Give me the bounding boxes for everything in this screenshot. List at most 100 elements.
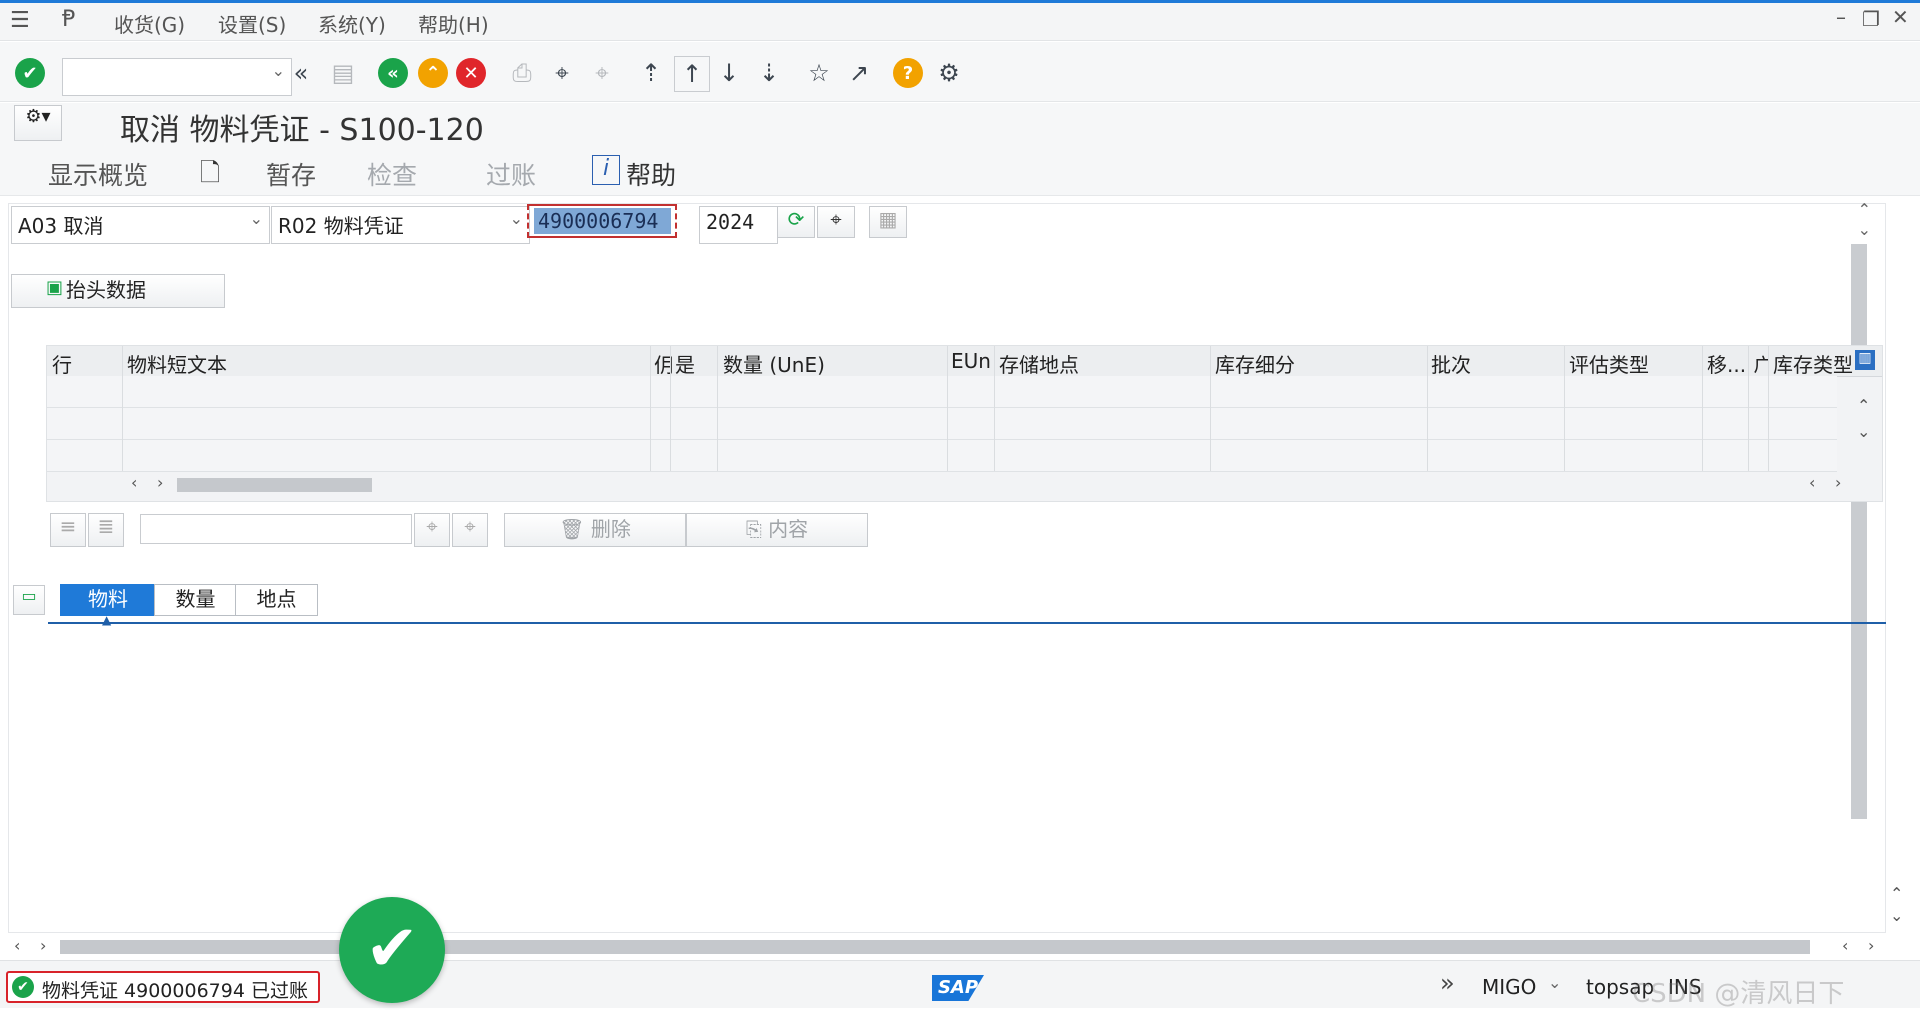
year-input[interactable]: 2024 (699, 206, 778, 244)
new-document-icon[interactable]: 🗋 (200, 154, 220, 197)
content-button[interactable]: ⎘ 内容 (686, 513, 868, 547)
delete-button[interactable]: 🗑 删除 (504, 513, 686, 547)
menu-item-system[interactable]: 系统(Y) (318, 9, 386, 38)
column-header-stock-segment[interactable]: 库存细分 (1215, 349, 1295, 378)
scroll-up-icon[interactable]: ⌃ (1890, 884, 1903, 903)
tab-material[interactable]: 物料 (60, 584, 156, 616)
scroll-down-icon[interactable]: ⌄ (1890, 906, 1903, 925)
table-scroll-down-icon[interactable]: ⌄ (1857, 422, 1870, 441)
exit-icon[interactable]: ⌃ (418, 58, 448, 88)
screen-horizontal-scrollbar[interactable] (60, 940, 1810, 954)
tab-underline (48, 622, 1886, 624)
table-row[interactable] (47, 408, 1837, 440)
last-page-icon[interactable]: ⇣ (752, 56, 786, 90)
next-page-icon[interactable]: ↓ (712, 56, 746, 90)
column-header-unit[interactable]: EUn (951, 349, 991, 373)
tab-location[interactable]: 地点 (235, 584, 318, 616)
vertical-scrollbar[interactable] (1851, 244, 1867, 819)
command-field[interactable]: ⌄ (62, 58, 292, 96)
menu-item-help[interactable]: 帮助(H) (418, 9, 489, 38)
items-table: 行 物料短文本 仴 是 数量 (UnE) EUn 存储地点 库存细分 批次 评估… (46, 345, 1883, 502)
save-icon[interactable]: ▤ (326, 56, 360, 90)
table-horizontal-scrollbar[interactable] (177, 478, 372, 492)
scroll-right-icon[interactable]: › (1868, 936, 1874, 955)
column-divider (122, 346, 123, 471)
column-header-storage-location[interactable]: 存储地点 (999, 349, 1079, 378)
help-button[interactable]: 帮助 (626, 156, 676, 192)
header-data-label: 抬头数据 (66, 278, 146, 302)
restore-icon[interactable]: ❐ (1862, 7, 1880, 31)
document-number-input[interactable]: 4900006794 (534, 208, 671, 234)
screen-variant-icon[interactable]: ⚙▾ (14, 105, 62, 141)
trash-icon: 🗑 (559, 517, 585, 541)
scroll-left-icon[interactable]: ‹ (14, 936, 20, 955)
align-left-icon[interactable]: ≡ (50, 513, 86, 547)
post-button[interactable]: 过账 (486, 156, 536, 192)
scroll-up-icon[interactable]: ⌃ (1858, 200, 1871, 219)
transaction-code[interactable]: MIGO (1482, 975, 1536, 999)
enter-icon[interactable]: ✔ (15, 58, 45, 88)
menu-item-settings[interactable]: 设置(S) (218, 9, 286, 38)
column-header-line[interactable]: 行 (52, 349, 72, 378)
find-next-icon[interactable]: ⌖ (585, 56, 619, 90)
previous-page-icon[interactable]: ↑ (674, 56, 710, 92)
create-session-icon[interactable]: ☆ (802, 56, 836, 90)
help-icon[interactable]: ? (893, 58, 923, 88)
table-scroll-up-icon[interactable]: ⌃ (1857, 396, 1870, 415)
grid-search-input[interactable] (140, 514, 412, 544)
column-header-short-text[interactable]: 物料短文本 (127, 349, 227, 378)
scroll-down-icon[interactable]: ⌄ (1858, 220, 1871, 239)
shortcut-icon[interactable]: ↗ (842, 56, 876, 90)
hold-button[interactable]: 暂存 (266, 156, 316, 192)
action-select[interactable]: A03 取消 ⌄ (11, 206, 270, 244)
expand-status-icon[interactable]: » (1440, 969, 1455, 997)
active-tab-caret: ▲ (102, 613, 112, 627)
chevron-down-icon[interactable]: ⌄ (1548, 973, 1561, 992)
menu-icon[interactable]: ☰ (10, 8, 30, 33)
search-help-icon[interactable]: ⌖ (817, 206, 855, 238)
scroll-left-icon[interactable]: ‹ (131, 473, 137, 492)
grid-find-icon[interactable]: ⌖ (414, 513, 450, 547)
close-window-icon[interactable]: ✕ (1892, 5, 1909, 29)
column-header-batch[interactable]: 批次 (1431, 349, 1471, 378)
menu-item-goods-receipt[interactable]: 收货(G) (114, 9, 185, 38)
check-button[interactable]: 检查 (367, 156, 417, 192)
table-row[interactable] (47, 376, 1837, 408)
scroll-left-icon[interactable]: ‹ (1842, 936, 1848, 955)
collapse-icon[interactable]: « (284, 56, 318, 90)
find-icon[interactable]: ⌖ (545, 56, 579, 90)
execute-icon[interactable]: ⟳ (777, 206, 815, 238)
calendar-grid-icon[interactable]: ▦ (869, 206, 907, 238)
sap-menu-icon[interactable]: Ᵽ (62, 7, 75, 32)
first-page-icon[interactable]: ⇡ (634, 56, 668, 90)
print-icon[interactable]: ⎙ (505, 56, 539, 90)
show-overview-button[interactable]: 显示概览 (48, 156, 148, 192)
filter-icon[interactable]: ≣ (88, 513, 124, 547)
back-icon[interactable]: « (378, 58, 408, 88)
column-divider (650, 346, 651, 471)
help-info-icon[interactable]: i (592, 155, 620, 185)
minimize-icon[interactable]: – (1836, 5, 1846, 29)
scroll-right-icon[interactable]: › (40, 936, 46, 955)
header-data-button[interactable]: ▣ 抬头数据 (11, 274, 225, 308)
column-header-ok[interactable]: 是 (675, 349, 695, 378)
scroll-right-icon[interactable]: › (1835, 473, 1841, 492)
cancel-icon[interactable]: ✕ (456, 58, 486, 88)
scroll-right-icon[interactable]: › (157, 473, 163, 492)
status-bar: ✔ 物料凭证 4900006794 已过账 SAP » MIGO ⌄ topsa… (0, 960, 1920, 1009)
column-header-movement[interactable]: 移... (1707, 349, 1746, 378)
column-settings-icon[interactable]: ▥ (1855, 350, 1875, 370)
status-message-frame[interactable]: ✔ 物料凭证 4900006794 已过账 (6, 971, 320, 1003)
settings-gear-icon[interactable]: ⚙ (932, 56, 966, 90)
table-row[interactable] (47, 440, 1837, 472)
column-header-direction[interactable]: ㄬ (1753, 349, 1769, 378)
column-divider (1427, 346, 1428, 471)
scroll-left-icon[interactable]: ‹ (1809, 473, 1815, 492)
column-header-stock-type[interactable]: 库存类型 (1773, 349, 1855, 378)
column-header-quantity[interactable]: 数量 (UnE) (723, 349, 825, 378)
detail-toggle-icon[interactable]: ▭ (13, 585, 45, 615)
column-header-valuation-type[interactable]: 评估类型 (1569, 349, 1649, 378)
grid-find-next-icon[interactable]: ⌖ (452, 513, 488, 547)
reference-select[interactable]: R02 物料凭证 ⌄ (271, 206, 530, 244)
tab-quantity[interactable]: 数量 (154, 584, 237, 616)
